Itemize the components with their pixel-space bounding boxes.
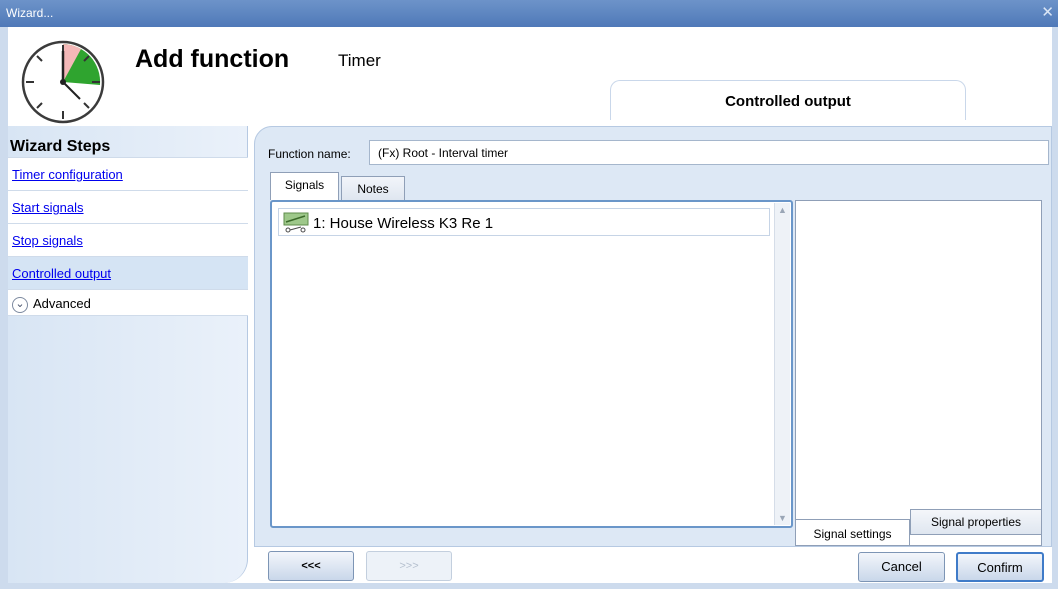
- advanced-toggle[interactable]: ⌄ Advanced: [8, 289, 248, 316]
- tab-signal-properties[interactable]: Signal properties: [910, 509, 1042, 535]
- step-stop-signals[interactable]: Stop signals: [8, 223, 248, 256]
- current-step-tab: Controlled output: [610, 80, 966, 120]
- next-button[interactable]: >>>: [366, 551, 452, 581]
- step-controlled-output[interactable]: Controlled output: [8, 256, 248, 289]
- relay-output-icon: [283, 212, 309, 233]
- tab-signals[interactable]: Signals: [270, 172, 339, 200]
- function-name-input[interactable]: [369, 140, 1049, 165]
- wizard-steps-panel: Wizard Steps Timer configuration Start s…: [8, 126, 248, 583]
- previous-button[interactable]: <<<: [268, 551, 354, 581]
- timer-clock-icon: [21, 40, 105, 124]
- signal-details-panel: Signal settings Signal properties: [795, 200, 1042, 546]
- confirm-button[interactable]: Confirm: [956, 552, 1044, 582]
- page-title: Add function: [135, 45, 290, 73]
- signals-list: 1: House Wireless K3 Re 1 ▲ ▼: [270, 200, 793, 528]
- step-start-signals[interactable]: Start signals: [8, 190, 248, 223]
- window-title: Wizard...: [6, 6, 54, 20]
- tab-signal-settings[interactable]: Signal settings: [796, 519, 910, 545]
- cancel-button[interactable]: Cancel: [858, 552, 945, 582]
- signal-label: 1: House Wireless K3 Re 1: [313, 215, 494, 232]
- function-type-label: Timer: [338, 51, 381, 70]
- list-scrollbar[interactable]: ▲ ▼: [774, 203, 790, 525]
- close-icon[interactable]: ✕: [1041, 3, 1054, 21]
- scroll-down-icon[interactable]: ▼: [778, 513, 787, 523]
- function-name-label: Function name:: [268, 147, 351, 161]
- step-timer-configuration[interactable]: Timer configuration: [8, 157, 248, 190]
- title-bar: Wizard... ✕: [0, 0, 1058, 27]
- window-frame-bottom: [0, 583, 1058, 589]
- main-panel: Function name: Signals Notes 1: House Wi…: [254, 126, 1052, 547]
- advanced-label: Advanced: [33, 296, 91, 311]
- list-item[interactable]: 1: House Wireless K3 Re 1: [278, 208, 770, 236]
- chevron-down-icon: ⌄: [12, 296, 28, 313]
- tab-notes[interactable]: Notes: [341, 176, 405, 200]
- wizard-steps-title: Wizard Steps: [10, 138, 111, 155]
- window-frame-right: [1052, 27, 1058, 589]
- scroll-up-icon[interactable]: ▲: [778, 205, 787, 215]
- wizard-steps-list: Timer configuration Start signals Stop s…: [8, 157, 248, 316]
- window-frame-left: [0, 27, 8, 589]
